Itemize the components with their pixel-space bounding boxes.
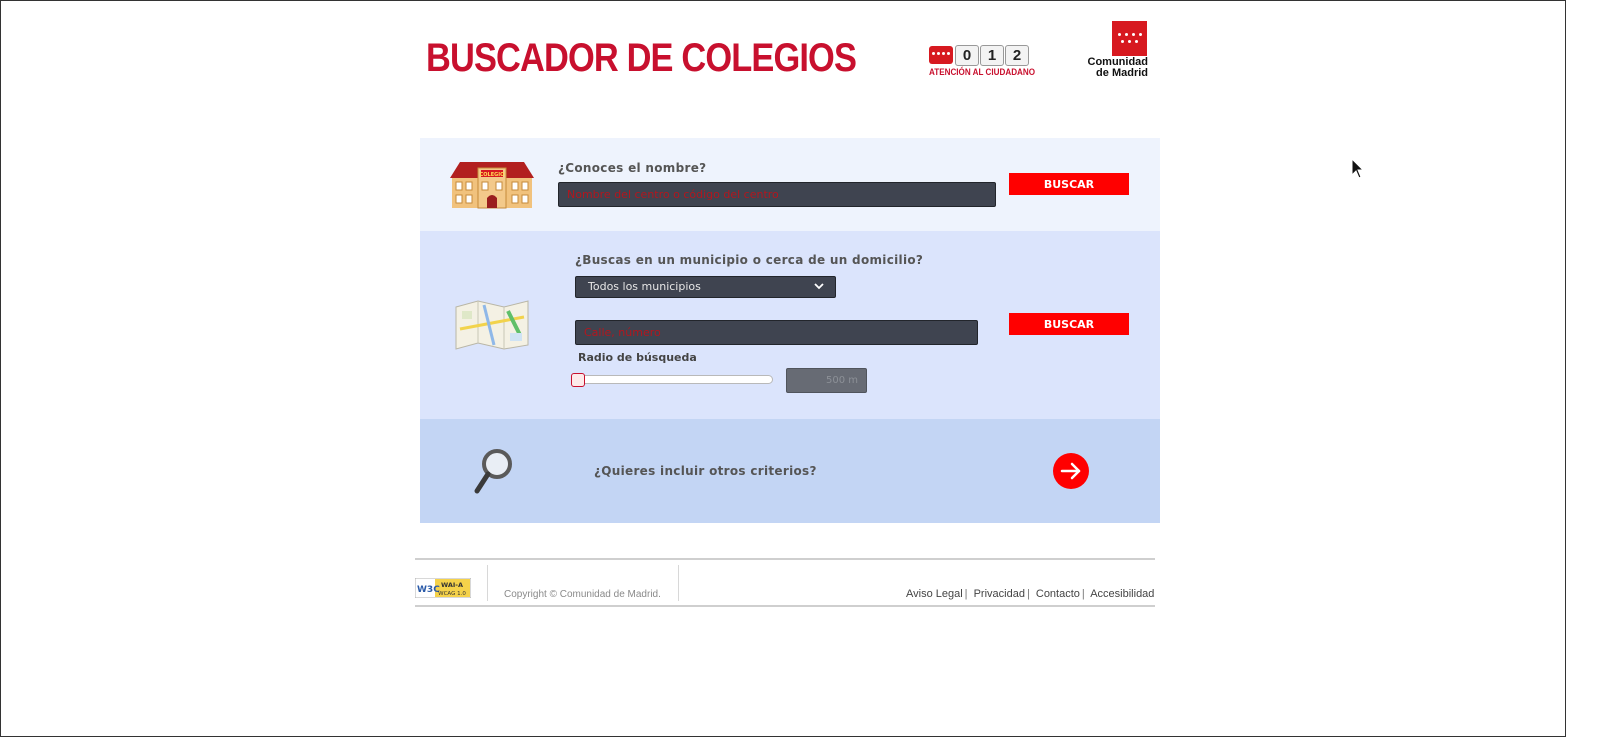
- magnifier-icon: [474, 449, 512, 494]
- wai-a-text: WAI-A: [441, 581, 463, 589]
- municipality-selected-value: Todos los municipios: [588, 280, 701, 293]
- search-by-location-button[interactable]: BUSCAR: [1009, 313, 1129, 335]
- radius-slider-track[interactable]: [571, 375, 773, 384]
- phone-012-logo[interactable]: 0 1 2 ATENCIÓN AL CIUDADANO: [927, 44, 1035, 80]
- footer-link-privacidad[interactable]: Privacidad: [974, 588, 1025, 600]
- name-question: ¿Conoces el nombre?: [558, 161, 707, 175]
- comunidad-madrid-logo[interactable]: Comunidad de Madrid: [1084, 21, 1150, 81]
- phone-digit: 1: [980, 45, 1004, 66]
- footer-link-accesibilidad[interactable]: Accesibilidad: [1090, 588, 1154, 600]
- brand-line-2: de Madrid: [1096, 67, 1148, 79]
- footer-link-aviso-legal[interactable]: Aviso Legal: [906, 588, 963, 600]
- school-building-icon: COLEGIO: [450, 162, 534, 209]
- radius-label: Radio de búsqueda: [578, 351, 697, 364]
- map-icon: [455, 300, 529, 350]
- mouse-cursor-icon: [1351, 158, 1365, 179]
- footer-separator: [487, 565, 488, 601]
- phone-digits: 0 1 2: [955, 45, 1029, 66]
- wai-a-badge[interactable]: W3C WAI-A WCAG 1.0: [415, 578, 471, 598]
- location-question: ¿Buscas en un municipio o cerca de un do…: [575, 253, 924, 267]
- copyright-text: Copyright © Comunidad de Madrid.: [504, 589, 661, 600]
- footer-link-contacto[interactable]: Contacto: [1036, 588, 1080, 600]
- more-criteria-arrow-button[interactable]: [1053, 453, 1089, 489]
- school-sign: COLEGIO: [480, 172, 505, 178]
- chevron-down-icon: [814, 283, 824, 290]
- footer-top-divider: [415, 558, 1155, 560]
- footer-bottom-divider: [415, 605, 1155, 607]
- footer-separator: [678, 565, 679, 601]
- brand-name: Comunidad de Madrid: [1084, 57, 1149, 79]
- wcag-text: WCAG 1.0: [438, 591, 466, 597]
- madrid-flag-icon: [929, 46, 953, 64]
- footer-links: Aviso Legal | Privacidad | Contacto | Acces…: [906, 588, 1155, 600]
- phone-digit: 0: [955, 45, 979, 66]
- page-title: BUSCADOR DE COLEGIOS: [426, 36, 857, 80]
- w3c-text: W3C: [417, 585, 440, 595]
- search-by-name-button[interactable]: BUSCAR: [1009, 173, 1129, 195]
- phone-digit: 2: [1005, 45, 1029, 66]
- madrid-stars-flag-icon: [1112, 21, 1147, 56]
- address-input[interactable]: [575, 320, 978, 345]
- center-name-input[interactable]: [558, 182, 996, 207]
- radius-slider-handle[interactable]: [571, 373, 585, 387]
- arrow-right-icon: [1060, 462, 1081, 480]
- radius-value: 500 m: [786, 368, 867, 393]
- municipality-select[interactable]: Todos los municipios: [575, 276, 836, 298]
- phone-caption: ATENCIÓN AL CIUDADANO: [929, 67, 1036, 77]
- more-criteria-question[interactable]: ¿Quieres incluir otros criterios?: [594, 464, 817, 478]
